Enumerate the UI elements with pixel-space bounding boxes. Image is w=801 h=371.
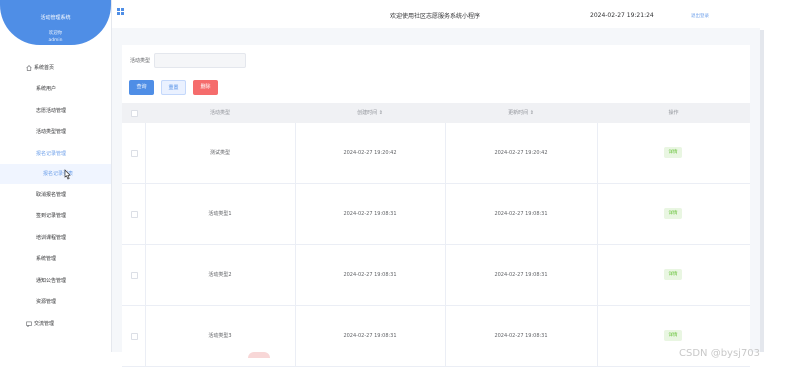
cell-activity-type: 活动类型1	[208, 211, 232, 217]
table-row: 活动类型2 2024-02-27 19:08:31 2024-02-27 19:…	[122, 245, 750, 306]
table-row: 活动类型3 2024-02-27 19:08:31 2024-02-27 19:…	[122, 306, 750, 367]
sidebar-item-label: 志愿活动管理	[36, 108, 67, 114]
table-row: 活动类型1 2024-02-27 19:08:31 2024-02-27 19:…	[122, 184, 750, 245]
sidebar-item-label: 资源管理	[36, 299, 57, 305]
activity-type-input[interactable]	[154, 53, 246, 68]
sidebar-item-resources[interactable]: 资源管理	[0, 292, 111, 312]
cell-created: 2024-02-27 19:08:31	[343, 272, 397, 278]
sidebar-item-label: 交流管理	[34, 321, 55, 327]
sidebar-item-label: 活动类型管理	[36, 129, 67, 135]
user-greeting: 欢迎你	[48, 31, 63, 36]
watermark: CSDN @bysj703	[679, 348, 761, 359]
cell-activity-type: 测试类型	[209, 150, 230, 156]
sidebar-item-label: 通知公告管理	[36, 278, 67, 284]
sidebar-item-notices[interactable]: 通知公告管理	[0, 271, 111, 291]
sidebar-item-communication[interactable]: 交流管理	[0, 314, 111, 334]
cell-updated: 2024-02-27 19:08:31	[494, 272, 548, 278]
sidebar-item-signup-records[interactable]: 报名记录管理	[0, 144, 111, 164]
sidebar-item-label: 取消报名管理	[36, 192, 67, 198]
row-checkbox[interactable]	[131, 150, 138, 157]
select-all-checkbox[interactable]	[131, 110, 138, 117]
detail-button[interactable]: 详情	[664, 330, 682, 341]
sidebar-item-cancel-signup[interactable]: 取消报名管理	[0, 185, 111, 205]
search-label: 活动类型	[130, 58, 151, 64]
row-checkbox[interactable]	[131, 211, 138, 218]
floating-element	[248, 352, 270, 358]
sidebar-item-checkin-records[interactable]: 签到记录管理	[0, 206, 111, 226]
table-row: 测试类型 2024-02-27 19:20:42 2024-02-27 19:2…	[122, 123, 750, 184]
sidebar-item-label: 签到记录管理	[36, 213, 67, 219]
sidebar-item-label: 系统管理	[36, 256, 57, 262]
column-header-updated[interactable]: 更新时间 ⇕	[445, 103, 597, 123]
header-datetime: 2024-02-27 19:21:24	[590, 12, 654, 19]
column-header-created[interactable]: 创建时间 ⇕	[295, 103, 445, 123]
sidebar: 活动管理系统 欢迎你 admin 系统首页 系统用户 志愿活动管理 活动类型管理…	[0, 0, 111, 352]
detail-button[interactable]: 详情	[664, 269, 682, 280]
sidebar-item-volunteer-activities[interactable]: 志愿活动管理	[0, 101, 111, 121]
user-info: 欢迎你 admin	[0, 30, 111, 44]
reset-button[interactable]: 重置	[161, 80, 186, 95]
detail-button[interactable]: 详情	[664, 208, 682, 219]
table-header: 活动类型 创建时间 ⇕ 更新时间 ⇕ 操作	[122, 103, 750, 123]
vertical-scrollbar[interactable]	[760, 30, 764, 352]
cell-activity-type: 活动类型2	[208, 272, 232, 278]
row-checkbox[interactable]	[131, 333, 138, 340]
sidebar-item-home[interactable]: 系统首页	[0, 58, 111, 78]
cell-updated: 2024-02-27 19:08:31	[494, 211, 548, 217]
system-name: 活动管理系统	[40, 15, 71, 21]
cell-activity-type: 活动类型3	[208, 333, 232, 339]
sidebar-item-label: 报名记录管理	[36, 151, 67, 157]
delete-button[interactable]: 删除	[193, 80, 218, 95]
user-name: admin	[48, 38, 63, 43]
sidebar-item-label: 培训课程管理	[36, 235, 67, 241]
column-header-actions: 操作	[668, 110, 679, 116]
sidebar-item-system-management[interactable]: 系统管理	[0, 249, 111, 269]
column-header-activity-type: 活动类型	[209, 110, 230, 116]
mouse-pointer-icon	[64, 169, 71, 180]
logout-link[interactable]: 退出登录	[691, 13, 709, 19]
sidebar-item-label: 系统首页	[34, 65, 55, 71]
page-title: 欢迎使用社区志愿服务系统小程序	[390, 13, 481, 20]
sidebar-item-activity-types[interactable]: 活动类型管理	[0, 122, 111, 142]
cell-created: 2024-02-27 19:08:31	[343, 211, 397, 217]
cell-updated: 2024-02-27 19:08:31	[494, 333, 548, 339]
sidebar-item-signup-list[interactable]: 报名记录列表	[0, 164, 111, 184]
search-bar: 活动类型	[130, 53, 330, 68]
sidebar-item-system-users[interactable]: 系统用户	[0, 79, 111, 99]
cell-created: 2024-02-27 19:08:31	[343, 333, 397, 339]
cell-updated: 2024-02-27 19:20:42	[494, 150, 548, 156]
chat-icon	[26, 321, 32, 327]
sidebar-item-label: 系统用户	[36, 86, 57, 92]
cell-created: 2024-02-27 19:20:42	[343, 150, 397, 156]
detail-button[interactable]: 详情	[664, 147, 682, 158]
menu-toggle-icon[interactable]	[117, 8, 125, 16]
brand-header: 活动管理系统 欢迎你 admin	[0, 0, 111, 45]
home-icon	[26, 65, 32, 71]
row-checkbox[interactable]	[131, 272, 138, 279]
query-button[interactable]: 查询	[129, 80, 154, 95]
sidebar-item-training-courses[interactable]: 培训课程管理	[0, 228, 111, 248]
